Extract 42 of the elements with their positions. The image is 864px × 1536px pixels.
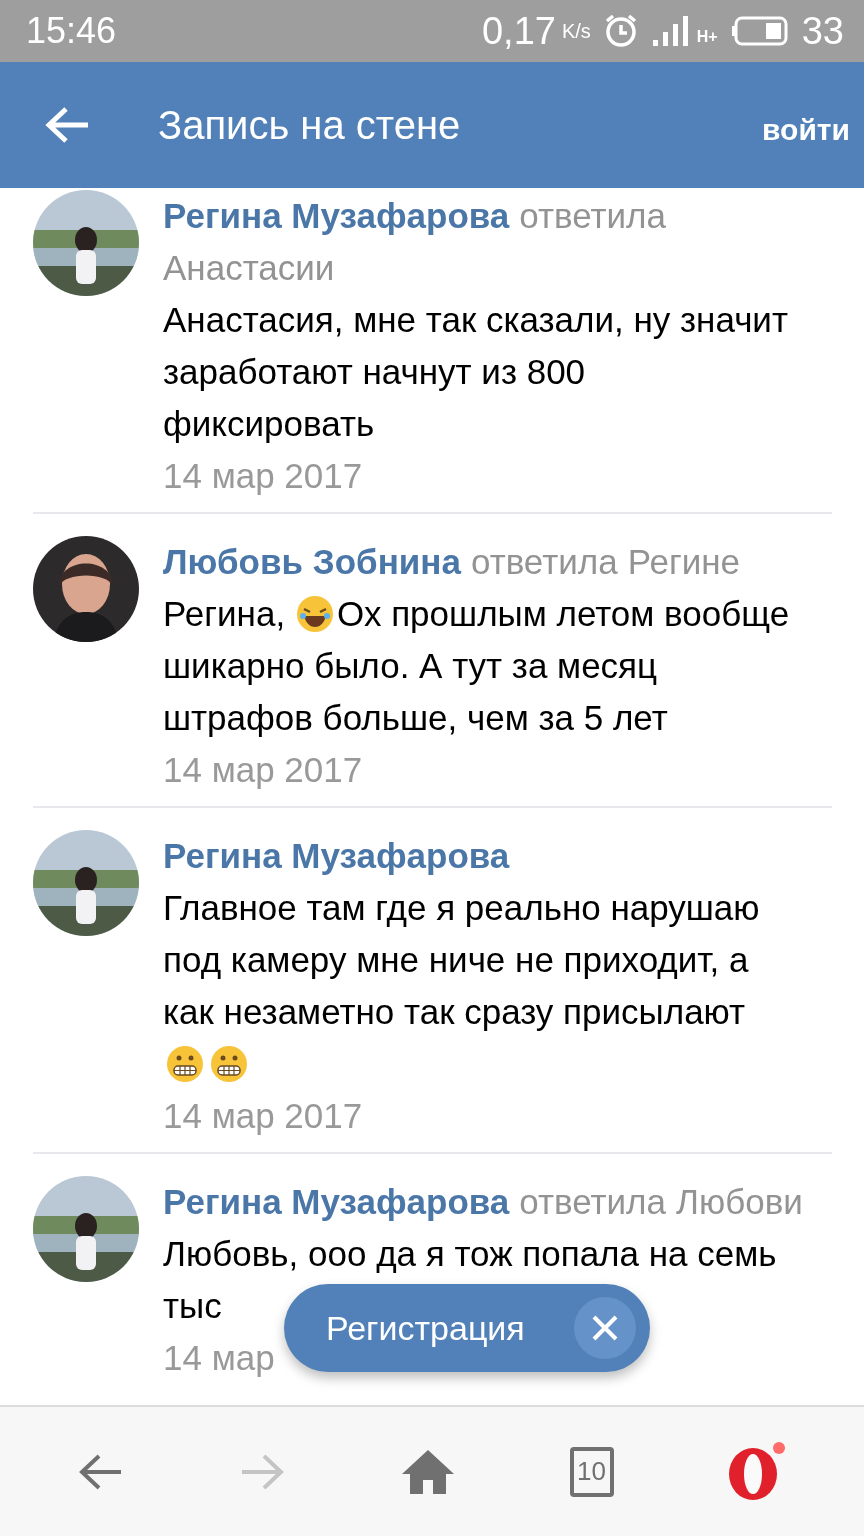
grimacing-emoji-icon (165, 1044, 205, 1084)
author-link[interactable]: Регина Музафарова (163, 1176, 510, 1228)
author-link[interactable]: Любовь Зобнина (163, 536, 461, 588)
network-type: H+ (696, 28, 718, 46)
comment-date: 14 мар 2017 (163, 749, 364, 791)
reply-recipient: Регине (627, 541, 741, 583)
reply-recipient: Любови (676, 1181, 803, 1223)
author-link[interactable]: Регина Музафарова (163, 830, 510, 882)
battery-level: 33 (801, 9, 844, 53)
tabs-button[interactable]: 10 (569, 1446, 614, 1497)
comment-text: Регина, (163, 593, 286, 635)
comment-date: 14 мар 2017 (163, 1095, 364, 1137)
laughing-emoji-icon (295, 594, 336, 634)
comment-text: Анастасия, мне так сказали, ну значит (163, 299, 788, 341)
comment-text: Главное там где я реально нарушаю (163, 887, 760, 929)
reply-label: ответила (519, 1181, 666, 1223)
comment-text: Любовь, ооо да я тож попала на семь (163, 1233, 777, 1275)
browser-logo-icon[interactable] (727, 1441, 788, 1502)
home-icon[interactable] (400, 1447, 456, 1496)
comment-date: 14 мар 2017 (163, 455, 364, 497)
comment-text: штрафов больше, чем за 5 лет (163, 697, 668, 739)
speed-unit: K/s (561, 19, 591, 43)
status-time: 15:46 (26, 10, 117, 52)
close-icon[interactable] (574, 1297, 636, 1359)
comment-text: как незаметно так сразу присылают (163, 991, 746, 1033)
comment-text: заработают начнут из 800 (163, 351, 586, 393)
reply-recipient: Анастасии (163, 247, 335, 289)
grimacing-emoji-icon (209, 1044, 249, 1084)
comment-text: тыс (163, 1285, 222, 1327)
comment-text: фиксировать (163, 403, 375, 445)
signal-icon (650, 14, 691, 48)
comment-text: шикарно было. А тут за месяц (163, 645, 658, 687)
page-title: Запись на стене (158, 102, 462, 148)
login-link[interactable]: войти (762, 113, 850, 147)
reply-label: ответила (470, 541, 618, 583)
comment-text: Ох прошлым летом вообще (337, 593, 790, 635)
author-link[interactable]: Регина Музафарова (163, 190, 510, 242)
reply-label: ответила (519, 195, 666, 237)
comment-text: под камеру мне ниче не приходит, а (163, 939, 749, 981)
register-button[interactable]: Регистрация (284, 1284, 650, 1372)
battery-icon (729, 16, 790, 46)
network-speed: 0,17 (481, 9, 556, 53)
